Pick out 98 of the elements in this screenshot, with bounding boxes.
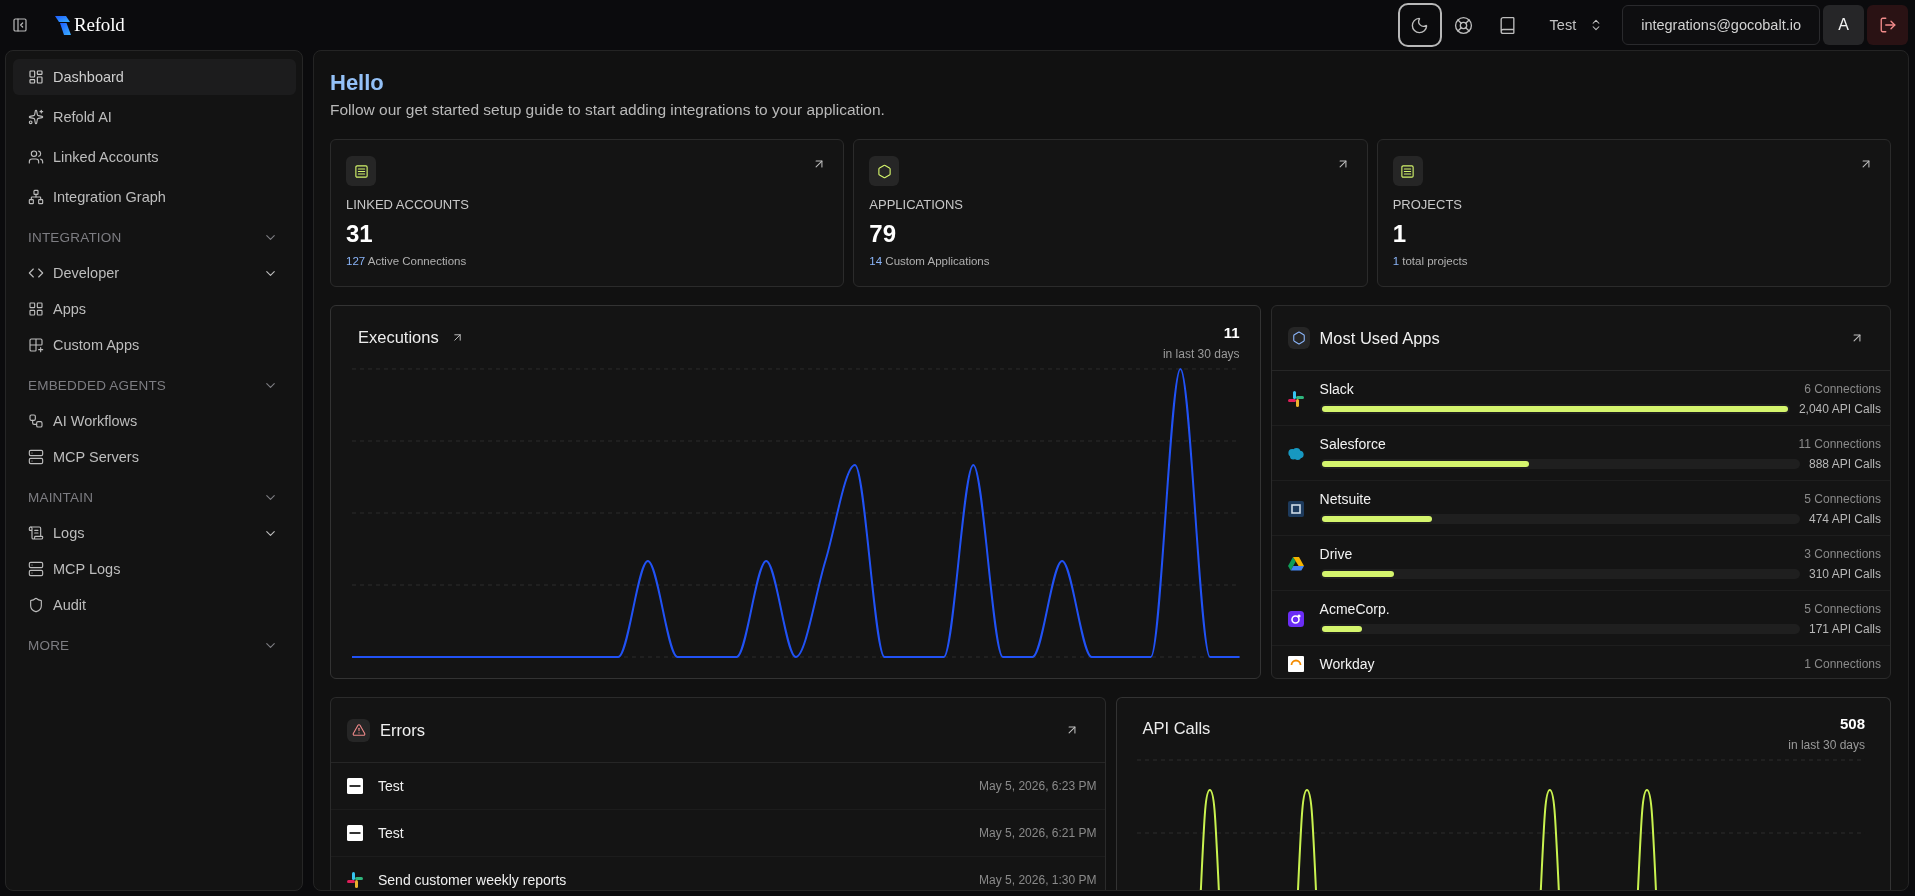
section-header[interactable]: INTEGRATION — [13, 219, 296, 255]
scroll-icon — [28, 525, 44, 541]
card-title: Executions — [358, 327, 439, 347]
nav-item[interactable]: Logs — [13, 515, 296, 551]
square-logo-icon — [1287, 500, 1304, 517]
stat-label: LINKED ACCOUNTS — [346, 197, 469, 213]
nav-item[interactable]: Developer — [13, 255, 296, 291]
connections-count: 3 Connections — [1804, 546, 1881, 562]
logo-icon — [55, 15, 71, 35]
moon-icon — [1410, 15, 1430, 35]
grid-icon — [28, 301, 44, 317]
hexagon-icon — [1287, 327, 1310, 349]
total-count: 508 — [1839, 715, 1865, 733]
pinwheel-logo-icon — [1287, 390, 1304, 407]
period-label: in last 30 days — [1162, 347, 1240, 361]
card-title: API Calls — [1142, 718, 1211, 738]
stat-detail: 1 total projects — [1392, 254, 1468, 268]
connections-count: 1 Connections — [1804, 656, 1881, 672]
card-title: Errors — [380, 720, 425, 740]
users-icon — [28, 149, 44, 165]
error-name[interactable]: Send customer weekly reports — [378, 872, 567, 888]
stat-detail: 14 Custom Applications — [869, 254, 990, 268]
warning-icon — [347, 718, 370, 742]
period-label: in last 30 days — [1788, 738, 1865, 752]
server-icon — [28, 449, 44, 465]
tile-logo-icon — [347, 778, 363, 794]
book-icon — [1498, 15, 1518, 35]
nav-item[interactable]: MCP Logs — [13, 551, 296, 587]
notes-icon — [346, 156, 376, 186]
card-title: Most Used Apps — [1319, 328, 1440, 348]
connections-count: 5 Connections — [1804, 601, 1881, 617]
server-icon — [28, 561, 44, 577]
dashboard-icon — [28, 69, 44, 85]
notes-icon — [1392, 156, 1423, 186]
error-time: May 5, 2026, 6:23 PM — [979, 778, 1097, 794]
panel-icon — [12, 17, 28, 33]
error-time: May 5, 2026, 1:30 PM — [979, 872, 1097, 888]
stat-label: PROJECTS — [1392, 197, 1462, 213]
stat-value: 1 — [1392, 220, 1406, 248]
code-icon — [28, 265, 44, 281]
theme-button[interactable] — [1397, 3, 1442, 47]
stat-card[interactable]: LINKED ACCOUNTS 31 127 Active Connections — [330, 139, 845, 287]
app-name: Salesforce — [1319, 435, 1386, 453]
nav-item[interactable]: Refold AI — [13, 99, 296, 135]
section-header[interactable]: MAINTAIN — [13, 479, 296, 515]
logout-icon — [1878, 16, 1897, 34]
logout-button[interactable] — [1867, 5, 1908, 45]
connections-count: 6 Connections — [1804, 381, 1881, 397]
section-header[interactable]: EMBEDDED AGENTS — [13, 367, 296, 403]
arc-logo-icon — [1287, 656, 1304, 672]
stat-card[interactable]: PROJECTS 1 1 total projects — [1376, 139, 1891, 287]
nav-item[interactable]: Linked Accounts — [13, 139, 296, 175]
nav-item[interactable]: Audit — [13, 587, 296, 623]
cloud-logo-icon — [1287, 447, 1304, 460]
connections-count: 5 Connections — [1804, 491, 1881, 507]
api-calls-count: 474 API Calls — [1808, 511, 1881, 527]
ring-logo-icon — [1287, 610, 1304, 627]
total-count: 11 — [1223, 324, 1240, 342]
greeting-subtitle: Follow our get started setup guide to start adding integrations to your application. — [330, 100, 885, 120]
email-button[interactable]: integrations@gocobalt.io — [1622, 5, 1820, 45]
grid-plus-icon — [28, 337, 44, 353]
api-calls-count: 171 API Calls — [1808, 621, 1881, 637]
api-calls-count: 2,040 API Calls — [1798, 401, 1881, 417]
app-name: Drive — [1319, 545, 1353, 563]
nav-item[interactable]: Dashboard — [13, 59, 296, 95]
triangle-logo-icon — [1287, 556, 1304, 571]
stat-value: 79 — [869, 220, 897, 248]
nav-item[interactable]: MCP Servers — [13, 439, 296, 475]
error-time: May 5, 2026, 6:21 PM — [979, 825, 1097, 841]
error-name[interactable]: Test — [378, 778, 404, 794]
nav-item[interactable]: Apps — [13, 291, 296, 327]
stat-card[interactable]: APPLICATIONS 79 14 Custom Applications — [853, 139, 1368, 287]
nav-item[interactable]: Integration Graph — [13, 179, 296, 215]
tile-logo-icon — [347, 825, 363, 841]
connections-count: 11 Connections — [1798, 436, 1881, 452]
stat-detail: 127 Active Connections — [346, 254, 467, 268]
brand-name: Refold — [74, 14, 125, 36]
hierarchy-icon — [28, 189, 44, 205]
nav-item[interactable]: AI Workflows — [13, 403, 296, 439]
avatar-button[interactable]: A — [1823, 5, 1864, 45]
stat-value: 31 — [346, 220, 373, 248]
pinwheel-logo-icon — [347, 872, 363, 888]
api-calls-count: 888 API Calls — [1808, 456, 1881, 472]
stat-label: APPLICATIONS — [869, 197, 963, 213]
api-calls-count: 310 API Calls — [1808, 566, 1881, 582]
section-header[interactable]: MORE — [13, 627, 296, 663]
nav-item[interactable]: Custom Apps — [13, 327, 296, 363]
sparkles-icon — [28, 109, 44, 125]
app-name: Netsuite — [1319, 490, 1371, 508]
shield-icon — [28, 597, 44, 613]
error-name[interactable]: Test — [378, 825, 404, 841]
greeting-title: Hello — [330, 69, 384, 97]
workflow-icon — [28, 413, 44, 429]
app-name: Workday — [1319, 655, 1375, 673]
lifebuoy-icon — [1454, 15, 1474, 35]
app-name: AcmeCorp. — [1319, 600, 1390, 618]
workspace-selector[interactable]: Test — [1539, 7, 1614, 43]
app-name: Slack — [1319, 380, 1354, 398]
